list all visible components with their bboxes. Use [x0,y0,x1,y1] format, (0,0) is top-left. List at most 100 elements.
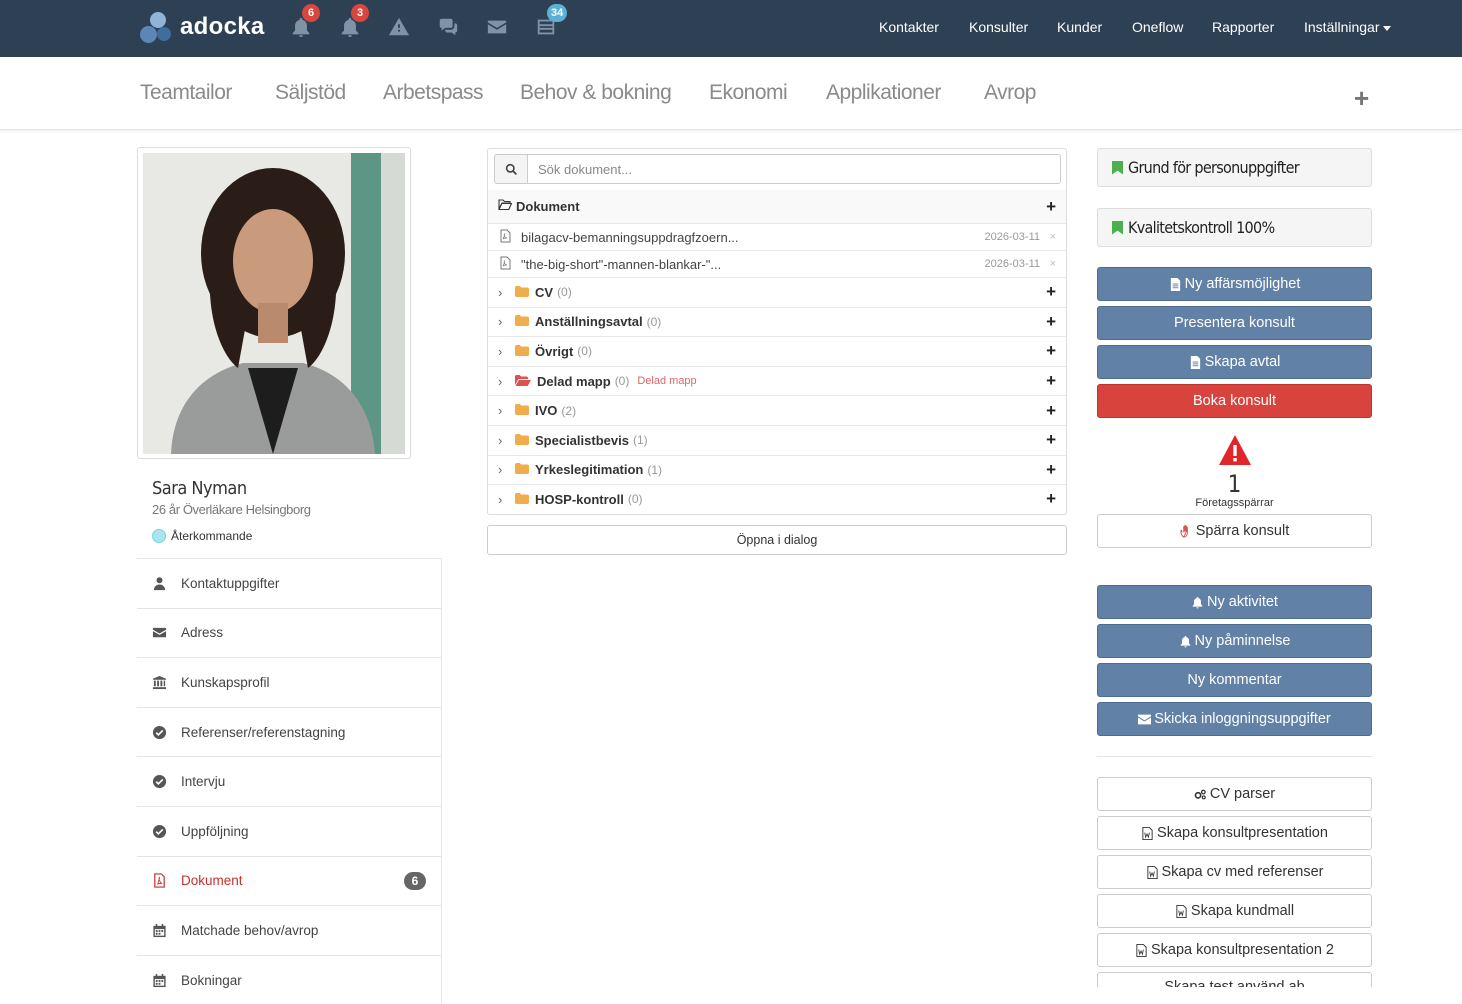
delete-file-icon[interactable]: × [1050,258,1056,270]
tab-saljstod[interactable]: Säljstöd [275,81,346,105]
flag-personal-data-basis[interactable]: Grund för personuppgifter [1097,148,1372,187]
folder-row-delad-mapp[interactable]: › Delad mapp (0) Delad mapp + [488,365,1066,396]
sidebar-item-dokument[interactable]: Dokument 6 [137,855,441,906]
search-input[interactable] [527,154,1061,184]
add-to-folder-icon[interactable]: + [1046,460,1056,480]
nav-rapporter[interactable]: Rapporter [1212,19,1274,35]
file-word-icon [1135,943,1148,957]
envelope-icon[interactable] [486,16,510,40]
profile-subtitle: 26 år Överläkare Helsingborg [152,502,311,517]
button-label: Skapa avtal [1204,354,1281,370]
create-contract-button[interactable]: Skapa avtal [1097,345,1372,379]
nav-kunder[interactable]: Kunder [1057,19,1102,35]
add-to-folder-icon[interactable]: + [1046,341,1056,361]
chevron-right-icon[interactable]: › [498,374,512,389]
folder-row-ivo[interactable]: › IVO (2) + [488,395,1066,425]
folder-count: (0) [646,314,662,329]
nav-installningar[interactable]: Inställningar [1304,19,1391,35]
tab-applikationer[interactable]: Applikationer [826,81,941,105]
add-to-folder-icon[interactable]: + [1046,312,1056,332]
tab-arbetspass[interactable]: Arbetspass [383,81,484,105]
folder-row-cv[interactable]: › CV (0) + [488,277,1066,307]
profile-photo[interactable] [143,153,405,454]
add-to-folder-icon[interactable]: + [1046,489,1056,509]
create-customer-template-button[interactable]: Skapa kundmall [1097,894,1372,928]
sidebar-item-kunskapsprofil[interactable]: Kunskapsprofil [137,657,441,707]
send-login-button[interactable]: Skicka inloggningsuppgifter [1097,702,1372,736]
add-to-folder-icon[interactable]: + [1046,282,1056,302]
new-opportunity-button[interactable]: Ny affärsmöjlighet [1097,267,1372,301]
chevron-right-icon[interactable]: › [498,492,512,507]
add-to-folder-icon[interactable]: + [1046,371,1056,391]
folder-row-anstallningsavtal[interactable]: › Anställningsavtal (0) + [488,306,1066,337]
chevron-right-icon[interactable]: › [498,433,512,448]
nav-kontakter[interactable]: Kontakter [879,19,939,35]
folder-row-ovrigt[interactable]: › Övrigt (0) + [488,336,1066,366]
add-icon[interactable]: + [1354,83,1369,114]
book-consultant-button[interactable]: Boka konsult [1097,384,1372,418]
folder-row-hosp-kontroll[interactable]: › HOSP-kontroll (0) + [488,484,1066,514]
sidebar-item-label: Adress [181,625,224,641]
document-search [494,154,1061,184]
bookmark-icon [1112,160,1123,175]
present-consultant-button[interactable]: Presentera konsult [1097,306,1372,340]
folder-name: Specialistbevis [535,432,629,448]
chevron-right-icon[interactable]: › [498,285,512,300]
sidebar-item-adress[interactable]: Adress [137,607,441,658]
file-row[interactable]: bilagacv-bemanningsuppdragfzoern... 2026… [488,223,1066,250]
sidebar-item-referenser[interactable]: Referenser/referenstagning [137,706,441,757]
create-test-button[interactable]: Skapa test använd ab [1097,972,1372,987]
create-consultant-presentation-button[interactable]: Skapa konsultpresentation [1097,816,1372,850]
cv-parser-button[interactable]: CV parser [1097,777,1372,811]
brand-logo[interactable]: adocka [140,12,265,43]
open-in-dialog-button[interactable]: Öppna i dialog [487,525,1067,555]
nav-oneflow[interactable]: Oneflow [1132,19,1183,35]
add-document-icon[interactable]: + [1046,197,1056,217]
folder-row-yrkeslegitimation[interactable]: › Yrkeslegitimation (1) + [488,454,1066,485]
bell-icon[interactable]: 6 [290,4,320,40]
tab-teamtailor[interactable]: Teamtailor [140,81,232,105]
file-row[interactable]: "the-big-short"-mannen-blankar-"... 2026… [488,250,1066,277]
tab-ekonomi[interactable]: Ekonomi [709,81,788,105]
create-cv-with-references-button[interactable]: Skapa cv med referenser [1097,855,1372,889]
flag-quality-control[interactable]: Kvalitetskontroll 100% [1097,208,1372,247]
add-to-folder-icon[interactable]: + [1046,430,1056,450]
warning-icon[interactable] [388,16,412,40]
search-button[interactable] [494,154,527,184]
tab-behov-bokning[interactable]: Behov & bokning [520,81,672,105]
envelope-icon [151,625,167,641]
profile-sidebar: Kontaktuppgifter Adress Kunskapsprofil R… [137,558,442,1004]
add-to-folder-icon[interactable]: + [1046,401,1056,421]
button-label: Spärra konsult [1195,523,1290,539]
sidebar-item-kontaktuppgifter[interactable]: Kontaktuppgifter [137,558,441,608]
bell-icon [1179,635,1192,648]
chevron-right-icon[interactable]: › [498,314,512,329]
chevron-right-icon[interactable]: › [498,403,512,418]
folder-name: HOSP-kontroll [535,491,624,507]
folder-row-specialistbevis[interactable]: › Specialistbevis (1) + [488,425,1066,455]
list-icon[interactable]: 34 [535,4,568,40]
chevron-right-icon[interactable]: › [498,344,512,359]
new-comment-button[interactable]: Ny kommentar [1097,663,1372,697]
file-name[interactable]: bilagacv-bemanningsuppdragfzoern... [521,230,739,245]
sidebar-item-bokningar[interactable]: Bokningar [137,954,441,1004]
notification-badge: 6 [302,4,320,22]
block-consultant-button[interactable]: Spärra konsult [1097,514,1372,548]
bell-icon[interactable]: 3 [339,4,369,40]
create-consultant-presentation-2-button[interactable]: Skapa konsultpresentation 2 [1097,933,1372,967]
document-root-row[interactable]: Dokument + [488,190,1066,223]
new-reminder-button[interactable]: Ny påminnelse [1097,624,1372,658]
chevron-right-icon[interactable]: › [498,462,512,477]
new-activity-button[interactable]: Ny aktivitet [1097,585,1372,619]
institution-icon [151,674,167,690]
nav-konsulter[interactable]: Konsulter [969,19,1028,35]
sidebar-item-intervju[interactable]: Intervju [137,756,441,806]
sidebar-item-matchade-behov[interactable]: Matchade behov/avrop [137,905,441,955]
sidebar-item-uppfoljning[interactable]: Uppföljning [137,805,441,856]
tab-avrop[interactable]: Avrop [984,81,1036,105]
document-root-label: Dokument [516,199,580,214]
comments-icon[interactable] [437,16,461,40]
file-name[interactable]: "the-big-short"-mannen-blankar-"... [521,257,721,272]
sidebar-item-label: Matchade behov/avrop [181,922,319,938]
delete-file-icon[interactable]: × [1050,231,1056,243]
